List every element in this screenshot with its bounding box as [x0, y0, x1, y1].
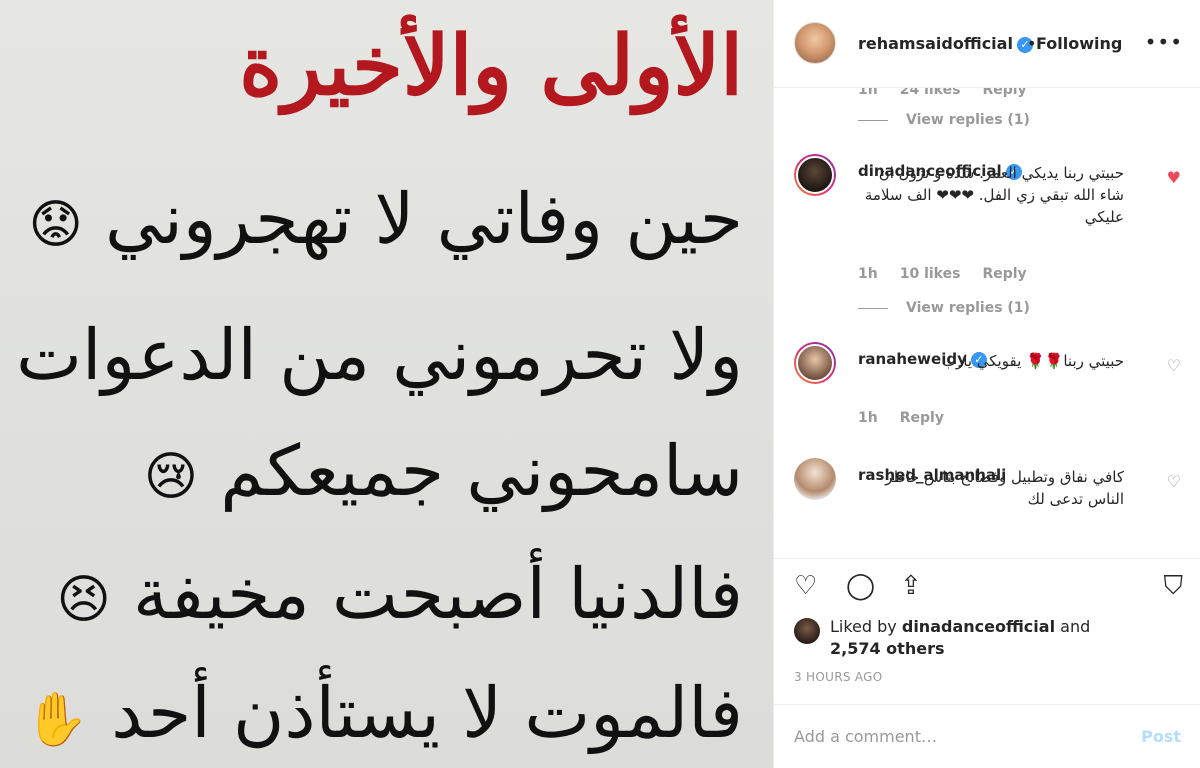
comment-likes-count[interactable]: 10 likes — [900, 266, 961, 282]
comment-heart-icon[interactable]: ♥ — [1167, 168, 1181, 187]
post-image[interactable]: الأولى والأخيرة حين وفاتي لا تهجروني 😟 و… — [0, 0, 773, 768]
image-line-1-text: حين وفاتي لا تهجروني — [105, 178, 743, 260]
comment-time: 1h — [858, 410, 878, 426]
comments-list[interactable]: 1h 24 likes Reply View replies (1) dinadan… — [774, 88, 1200, 558]
persevering-face-emoji: 😣 — [56, 570, 111, 630]
reply-button[interactable]: Reply — [900, 410, 944, 426]
comment-time: 1h — [858, 88, 878, 98]
view-replies-link[interactable]: View replies (1) — [858, 300, 1030, 316]
image-line-3: سامحوني جميعكم 😢 — [144, 430, 743, 512]
comment-icon[interactable]: ◯ — [846, 571, 875, 601]
view-replies-text[interactable]: View replies (1) — [906, 300, 1030, 316]
comment-input[interactable]: Add a comment… — [794, 727, 937, 746]
liked-by-text: Liked by dinadanceofficial and 2,574 oth… — [830, 616, 1090, 660]
image-line-4-text: فالدنيا أصبحت مخيفة — [133, 553, 743, 635]
liked-by-and: and — [1060, 617, 1091, 636]
post-timestamp[interactable]: 3 HOURS AGO — [794, 670, 883, 684]
avatar-photo — [796, 156, 834, 194]
image-title-text: الأولى والأخيرة — [239, 18, 743, 114]
author-username-text[interactable]: rehamsaidofficial — [858, 34, 1013, 53]
post-actions-bar: ♡ ◯ ⇪ ⛉ — [774, 558, 1200, 612]
post-header: rehamsaidofficial ✓ • Following ••• — [774, 0, 1200, 88]
liked-by-others[interactable]: 2,574 others — [830, 639, 944, 658]
replies-dash — [858, 307, 888, 309]
worried-face-emoji: 😟 — [28, 195, 83, 255]
comment-likes-count[interactable]: 24 likes — [900, 88, 961, 98]
share-icon[interactable]: ⇪ — [900, 571, 922, 601]
following-button[interactable]: Following — [1036, 34, 1122, 53]
comment-text: حبيتي ربنا يديكي العمر. شده و تزول ان شا… — [864, 164, 1124, 226]
comment-meta-top: 1h 24 likes Reply — [858, 88, 1049, 98]
post-comment-button[interactable]: Post — [1141, 727, 1181, 746]
avatar-photo — [796, 344, 834, 382]
commenter-avatar[interactable] — [794, 342, 836, 384]
image-line-2: ولا تحرموني من الدعوات — [16, 314, 743, 396]
image-line-3-text: سامحوني جميعكم — [220, 430, 743, 512]
comment-meta: 1h 10 likes Reply — [858, 266, 1049, 282]
image-line-5: فالموت لا يستأذن أحد ✋ — [24, 672, 743, 754]
liked-by-user[interactable]: dinadanceofficial — [902, 617, 1055, 636]
commenter-avatar[interactable] — [794, 154, 836, 196]
image-line-4: فالدنيا أصبحت مخيفة 😣 — [57, 553, 743, 635]
image-line-1: حين وفاتي لا تهجروني 😟 — [29, 178, 743, 260]
like-icon[interactable]: ♡ — [794, 571, 817, 601]
save-bookmark-icon[interactable]: ⛉ — [1163, 571, 1183, 602]
raised-hand-emoji: ✋ — [24, 689, 89, 750]
reply-button[interactable]: Reply — [982, 266, 1026, 282]
more-options-icon[interactable]: ••• — [1145, 30, 1183, 54]
view-replies-link[interactable]: View replies (1) — [858, 112, 1030, 128]
comment-time: 1h — [858, 266, 878, 282]
comment-heart-icon[interactable]: ♡ — [1167, 472, 1181, 491]
replies-dash — [858, 119, 888, 121]
comment-heart-icon[interactable]: ♡ — [1167, 356, 1181, 375]
comment-text: حبيتي ربنا🌹🌹 يقويكي يارب — [941, 352, 1124, 370]
liker-avatar[interactable] — [794, 618, 820, 644]
add-comment-bar: Add a comment… Post — [774, 704, 1200, 768]
author-username[interactable]: rehamsaidofficial ✓ — [858, 34, 1033, 53]
crying-face-emoji: 😢 — [143, 447, 198, 507]
view-replies-text[interactable]: View replies (1) — [906, 112, 1030, 128]
liked-by-prefix: Liked by — [830, 617, 897, 636]
image-line-5-text: فالموت لا يستأذن أحد — [111, 672, 743, 754]
commenter-avatar[interactable] — [794, 458, 836, 500]
author-avatar[interactable] — [794, 22, 836, 64]
post-side-panel: rehamsaidofficial ✓ • Following ••• 1h 24 … — [773, 0, 1200, 768]
comment-meta: 1h Reply — [858, 410, 966, 426]
comment-text: كافي نفاق وتطبيل وفضائح بناس خاطر الناس … — [885, 468, 1124, 508]
reply-button[interactable]: Reply — [982, 88, 1026, 98]
